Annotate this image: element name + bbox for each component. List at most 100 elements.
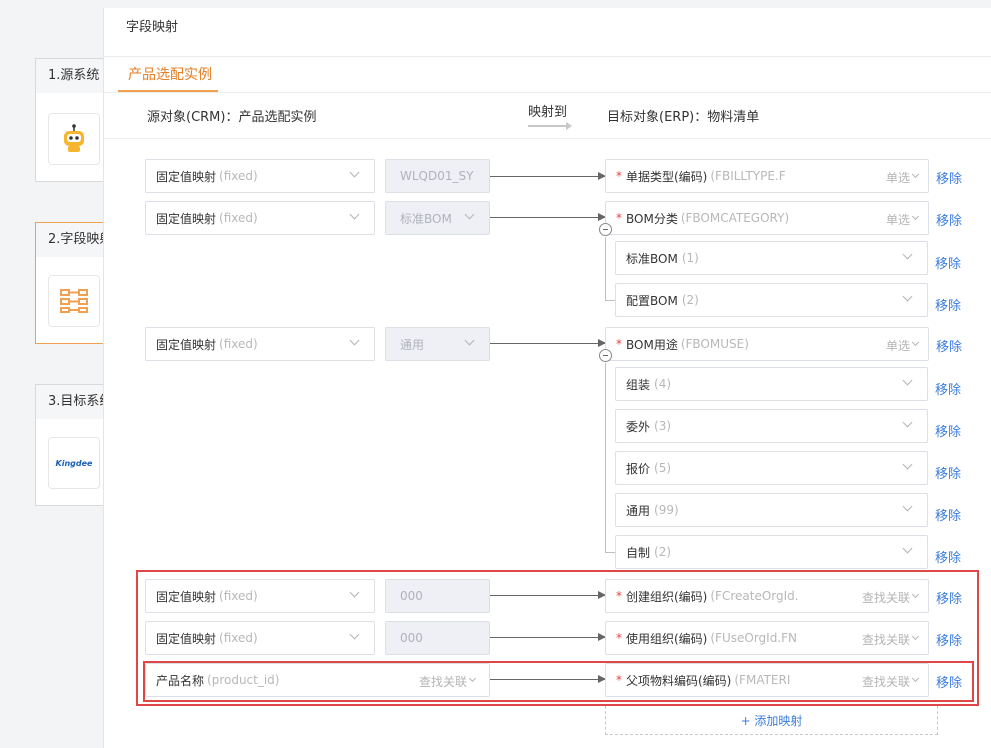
target-field-label: BOM分类 (626, 211, 678, 226)
fixed-value-input[interactable]: 000 (385, 621, 490, 655)
fixed-value: 000 (400, 589, 423, 603)
chevron-down-icon (348, 588, 362, 602)
option-value-select[interactable]: 自制 (2) (615, 535, 928, 569)
mapping-type-select[interactable]: 固定值映射 (fixed) (145, 579, 375, 613)
remove-button[interactable]: 移除 (936, 210, 962, 229)
mapping-arrow (490, 591, 606, 599)
add-mapping-button[interactable]: + 添加映射 (605, 706, 938, 735)
remove-button[interactable]: 移除 (935, 295, 961, 314)
option-value-select[interactable]: 配置BOM (2) (615, 283, 928, 317)
target-object-header: 目标对象(ERP)：物料清单 (607, 110, 760, 125)
divider (104, 92, 991, 93)
target-field-select[interactable]: * 创建组织(编码) (FCreateOrgId. 查找关联 (605, 579, 929, 613)
option-label: 配置BOM (626, 293, 678, 308)
remove-button[interactable]: 移除 (936, 336, 962, 355)
chevron-down-icon (901, 418, 915, 432)
target-field-select[interactable]: * 使用组织(编码) (FUseOrgId.FN 查找关联 (605, 621, 929, 655)
remove-button[interactable]: 移除 (936, 168, 962, 187)
chevron-down-icon (901, 250, 915, 264)
remove-button[interactable]: 移除 (935, 421, 961, 440)
remove-button[interactable]: 移除 (935, 379, 961, 398)
target-mode: 单选 (881, 337, 920, 354)
mapping-arrow (490, 633, 606, 641)
map-to-label: 映射到 (528, 105, 568, 120)
mapping-arrow (490, 339, 606, 347)
tree-line (605, 237, 606, 301)
remove-button[interactable]: 移除 (935, 253, 961, 272)
fixed-value: 标准BOM (400, 211, 452, 226)
option-value-select[interactable]: 通用 (99) (615, 493, 928, 527)
target-mode: 查找关联 (857, 631, 920, 648)
remove-button[interactable]: 移除 (936, 672, 962, 691)
target-field-code: (FBOMUSE) (680, 337, 749, 351)
mapping-type-label: 固定值映射 (156, 211, 217, 226)
chevron-down-icon (901, 376, 915, 390)
option-value-select[interactable]: 标准BOM (1) (615, 241, 928, 275)
option-code: (5) (654, 461, 672, 475)
target-field-select[interactable]: * BOM用途 (FBOMUSE) 单选 (605, 327, 929, 361)
remove-button[interactable]: 移除 (935, 547, 961, 566)
chevron-down-icon (901, 460, 915, 474)
fixed-value-select[interactable]: 通用 (385, 327, 490, 361)
mapping-type-sub: (fixed) (219, 169, 258, 183)
remove-button[interactable]: 移除 (936, 630, 962, 649)
remove-button[interactable]: 移除 (936, 588, 962, 607)
mapping-type-select[interactable]: 固定值映射 (fixed) (145, 621, 375, 655)
target-mode-label: 单选 (885, 171, 910, 185)
mapping-arrow (490, 172, 606, 180)
target-mode: 单选 (881, 169, 920, 186)
mapping-type-label: 固定值映射 (156, 589, 217, 604)
target-field-select[interactable]: * BOM分类 (FBOMCATEGORY) 单选 (605, 201, 929, 235)
required-marker: * (616, 211, 622, 225)
target-mode-label: 查找关联 (861, 633, 910, 647)
mapping-type-select[interactable]: 固定值映射 (fixed) (145, 201, 375, 235)
target-field-select[interactable]: * 父项物料编码(编码) (FMATERI 查找关联 (605, 663, 929, 697)
source-field-code: (product_id) (207, 673, 280, 687)
target-field-label: 使用组织(编码) (626, 631, 708, 646)
tree-line (605, 300, 615, 301)
option-label: 通用 (626, 503, 651, 518)
target-field-code: (FBILLTYPE.F (710, 169, 786, 183)
tree-line (605, 552, 615, 553)
required-marker: * (616, 169, 622, 183)
collapse-icon[interactable] (599, 223, 612, 236)
mapping-type-label: 固定值映射 (156, 631, 217, 646)
option-label: 自制 (626, 545, 651, 560)
target-field-label: BOM用途 (626, 337, 678, 352)
target-field-select[interactable]: * 单据类型(编码) (FBILLTYPE.F 单选 (605, 159, 929, 193)
tab-product-config-instance[interactable]: 产品选配实例 (128, 64, 212, 84)
option-label: 委外 (626, 419, 651, 434)
mapping-type-select[interactable]: 固定值映射 (fixed) (145, 327, 375, 361)
option-value-select[interactable]: 报价 (5) (615, 451, 928, 485)
option-code: (1) (681, 251, 699, 265)
chevron-down-icon (901, 292, 915, 306)
chevron-down-icon (348, 630, 362, 644)
option-label: 组装 (626, 377, 651, 392)
fixed-value-input[interactable]: 000 (385, 579, 490, 613)
option-code: (99) (654, 503, 679, 517)
remove-button[interactable]: 移除 (935, 505, 961, 524)
fixed-value-input[interactable]: WLQD01_SY (385, 159, 490, 193)
divider (104, 56, 991, 57)
option-code: (4) (654, 377, 672, 391)
source-field-select[interactable]: 产品名称 (product_id) 查找关联 (145, 663, 490, 697)
remove-button[interactable]: 移除 (935, 463, 961, 482)
mapping-type-sub: (fixed) (219, 631, 258, 645)
mapping-arrow (490, 675, 606, 683)
mapping-type-select[interactable]: 固定值映射 (fixed) (145, 159, 375, 193)
chevron-down-icon (910, 170, 920, 182)
collapse-icon[interactable] (599, 349, 612, 362)
fixed-value: 通用 (400, 337, 425, 352)
option-value-select[interactable]: 组装 (4) (615, 367, 928, 401)
option-value-select[interactable]: 委外 (3) (615, 409, 928, 443)
panel-title: 字段映射 (126, 20, 179, 35)
kingdee-logo-text: Kingdee (55, 458, 93, 468)
mapping-type-sub: (fixed) (219, 589, 258, 603)
fixed-value-select[interactable]: 标准BOM (385, 201, 490, 235)
required-marker: * (616, 337, 622, 351)
option-label: 报价 (626, 461, 651, 476)
option-label: 标准BOM (626, 251, 678, 266)
target-mode: 单选 (881, 211, 920, 228)
target-field-code: (FMATERI (734, 673, 791, 687)
robot-icon (48, 113, 100, 165)
